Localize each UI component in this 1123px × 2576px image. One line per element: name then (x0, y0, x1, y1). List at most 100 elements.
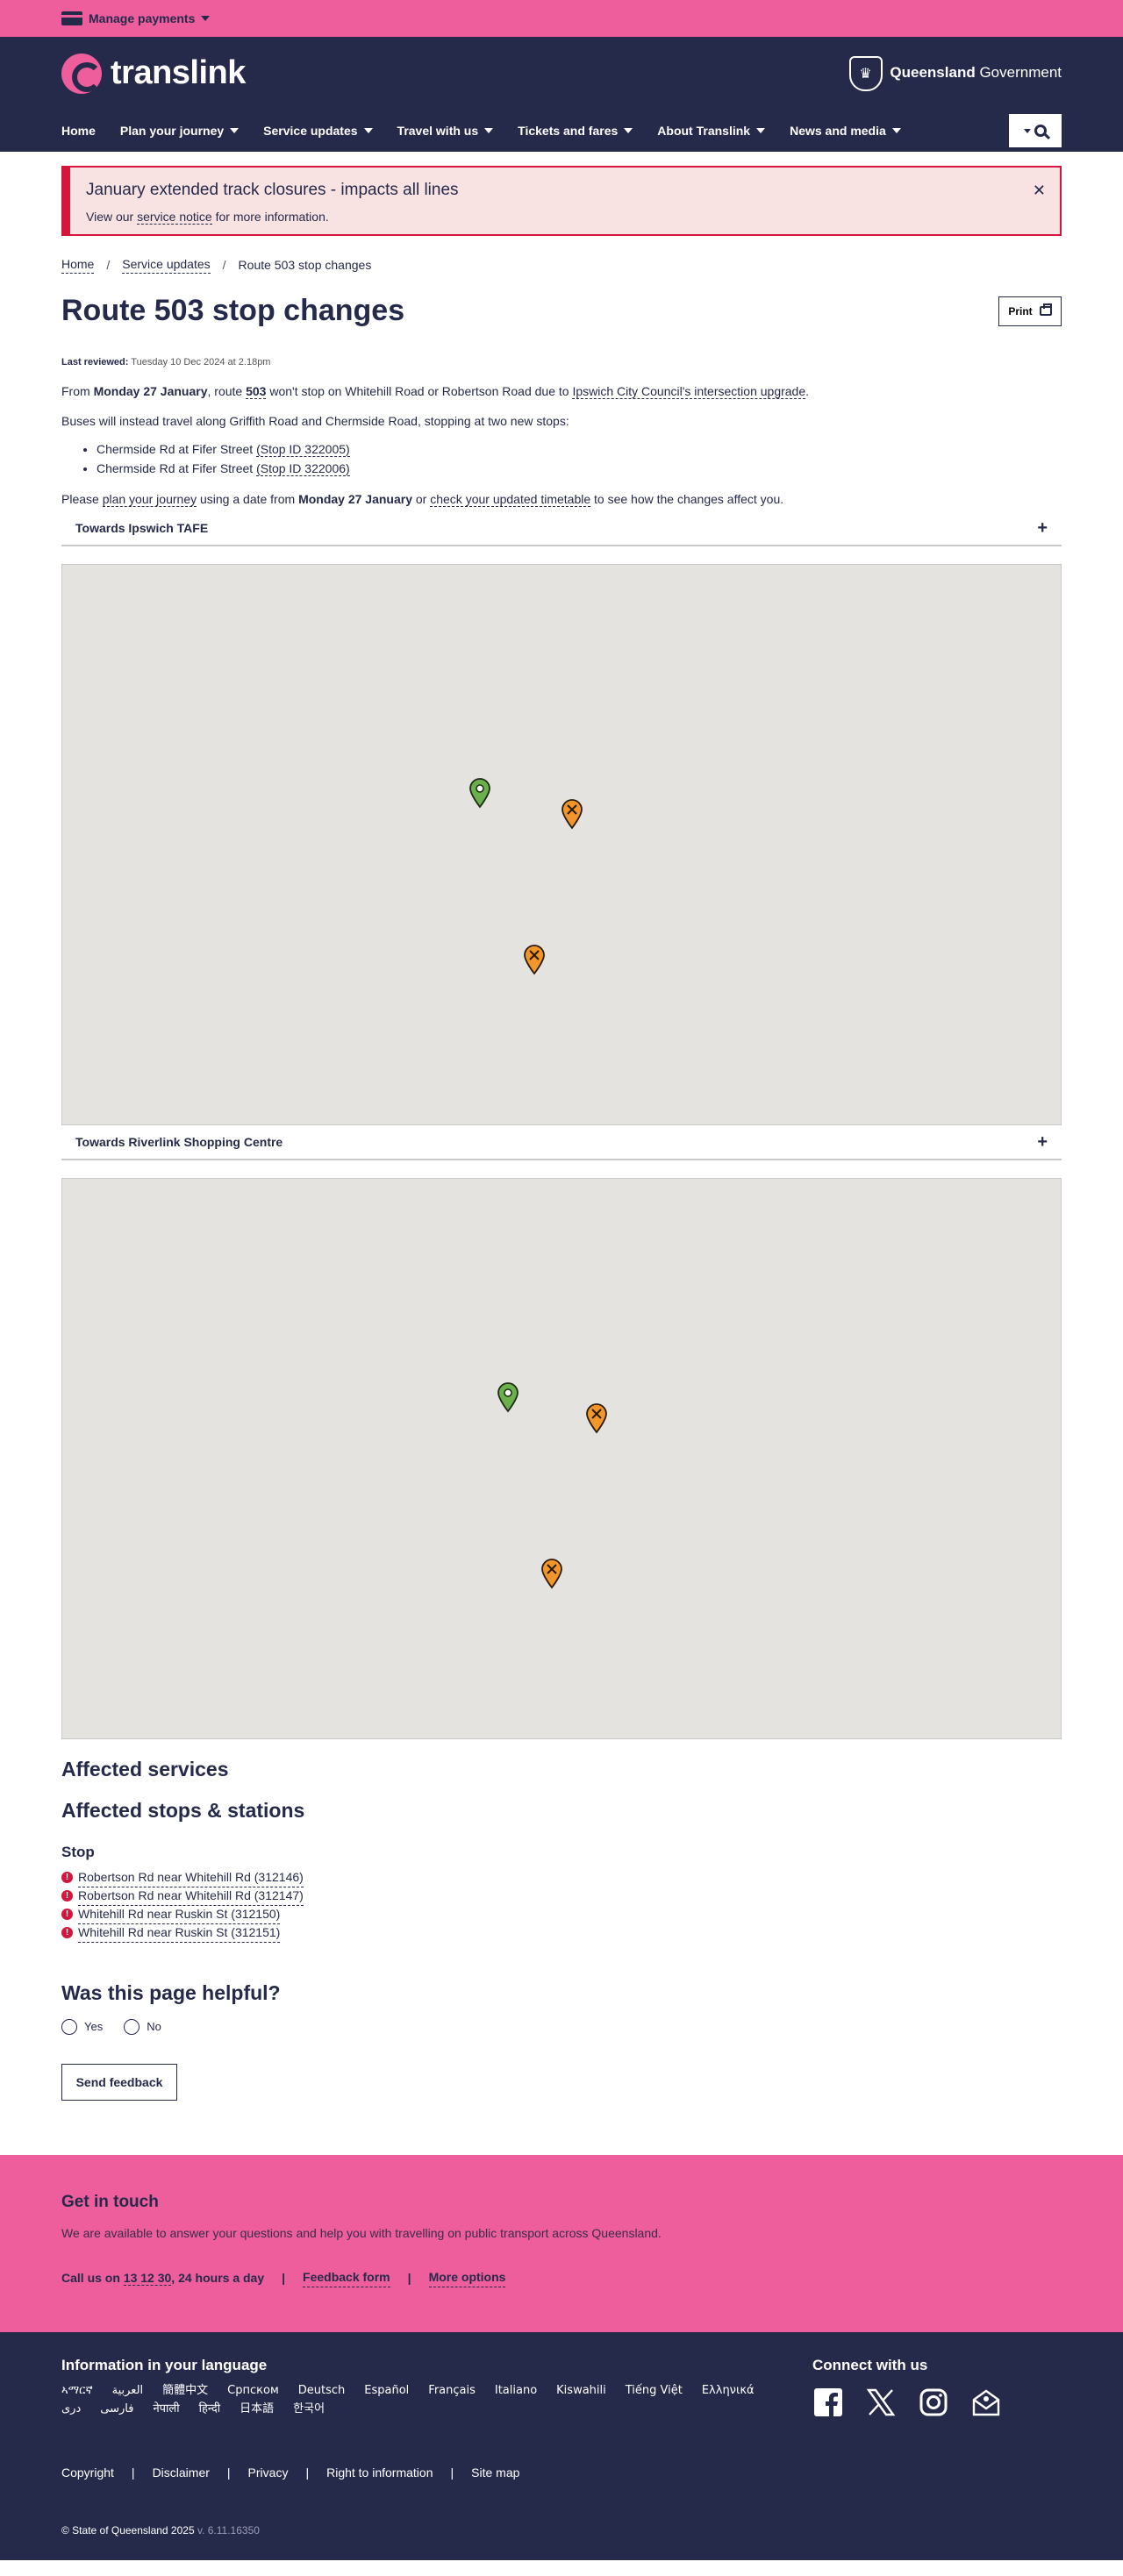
affected-stops-heading: Affected stops & stations (61, 1799, 305, 1823)
right-to-information-link[interactable]: Right to information (326, 2464, 433, 2481)
nav-item-news-and-media[interactable]: News and media (790, 122, 901, 139)
call-us-text: Call us on 13 12 30, 24 hours a day (61, 2269, 264, 2287)
stop-subheading: Stop (61, 1843, 95, 1860)
plan-journey-link[interactable]: plan your journey (102, 491, 197, 507)
connect-heading: Connect with us (812, 2356, 928, 2373)
separator: | (226, 2465, 231, 2480)
more-options-link[interactable]: More options (428, 2268, 506, 2287)
affected-stop-link[interactable]: Robertson Rd near Whitehill Rd (312147) (78, 1887, 304, 1906)
language-link[interactable]: Kiswahili (556, 2383, 606, 2400)
privacy-link[interactable]: Privacy (248, 2464, 289, 2481)
alert-banner: January extended track closures - impact… (61, 166, 1062, 236)
list-item: ! Whitehill Rd near Ruskin St (312150) (61, 1905, 1062, 1924)
print-button[interactable]: Print (998, 296, 1062, 326)
get-in-touch-body: We are available to answer your question… (61, 2226, 662, 2241)
language-link[interactable]: Tiếng Việt (626, 2383, 683, 2400)
nav-item-about-translink[interactable]: About Translink (657, 122, 766, 139)
affected-stop-link[interactable]: Robertson Rd near Whitehill Rd (312146) (78, 1868, 304, 1887)
send-feedback-button[interactable]: Send feedback (61, 2063, 177, 2101)
cancelled-stop-pin-icon[interactable] (585, 1402, 608, 1434)
map-towards-ipswich-tafe[interactable] (61, 564, 1062, 1126)
alert-icon: ! (61, 1872, 73, 1884)
feedback-form-link[interactable]: Feedback form (303, 2268, 390, 2287)
language-link[interactable]: 한국어 (293, 2401, 325, 2418)
affected-stop-link[interactable]: Whitehill Rd near Ruskin St (312150) (78, 1905, 281, 1924)
language-link[interactable]: فارسی (100, 2401, 133, 2418)
alert-body-text: View our (86, 209, 138, 224)
breadcrumb: Home / Service updates / Route 503 stop … (61, 255, 1062, 275)
date-emphasis: Monday 27 January (298, 491, 412, 506)
list-item: Chermside Rd at Fifer Street (Stop ID 32… (97, 440, 1062, 458)
language-link[interactable]: دری (61, 2401, 81, 2418)
service-notice-link[interactable]: service notice (137, 209, 212, 225)
queensland-government-logo[interactable]: Queensland Government (849, 55, 1062, 91)
separator: | (450, 2465, 454, 2480)
list-item: Chermside Rd at Fifer Street (Stop ID 32… (97, 460, 1062, 477)
list-item: ! Robertson Rd near Whitehill Rd (312147) (61, 1887, 1062, 1906)
helpful-no-option[interactable]: No (124, 2019, 161, 2036)
helpful-yes-option[interactable]: Yes (61, 2019, 103, 2036)
language-link[interactable]: 簡體中文 (162, 2383, 208, 2400)
radio-no[interactable] (124, 2019, 140, 2036)
stop-322005-link[interactable]: (Stop ID 322005) (256, 442, 350, 458)
language-link[interactable]: ኣማርኛ (61, 2383, 93, 2400)
language-link[interactable]: Español (364, 2383, 409, 2400)
breadcrumb-service-updates[interactable]: Service updates (122, 255, 211, 275)
phone-number-link[interactable]: 13 12 30 (123, 2270, 172, 2286)
nav-item-plan-your-journey[interactable]: Plan your journey (120, 122, 240, 139)
alert-icon: ! (61, 1890, 73, 1902)
nav-item-home[interactable]: Home (61, 122, 96, 139)
cancelled-stop-pin-icon[interactable] (523, 944, 546, 975)
nav-label: Travel with us (397, 123, 479, 138)
language-links: ኣማርኛ العربية 簡體中文 Српском Deutsch Español Fran… (61, 2383, 781, 2418)
breadcrumb-separator: / (222, 257, 226, 272)
language-link[interactable]: नेपाली (153, 2401, 179, 2418)
chevron-down-icon (891, 127, 901, 133)
instagram-icon[interactable] (918, 2387, 949, 2418)
language-link[interactable]: Ελληνικά (702, 2383, 755, 2400)
contact-links: Call us on 13 12 30, 24 hours a day | Fe… (61, 2268, 1062, 2287)
intersection-upgrade-link[interactable]: Ipswich City Council's intersection upgr… (572, 383, 806, 399)
site-map-link[interactable]: Site map (471, 2464, 519, 2481)
alert-body-text: for more information. (211, 209, 329, 224)
copyright-link[interactable]: Copyright (61, 2464, 114, 2481)
route-503-link[interactable]: 503 (246, 383, 267, 399)
qgov-text: Government (979, 64, 1062, 82)
affected-stop-link[interactable]: Whitehill Rd near Ruskin St (312151) (78, 1923, 281, 1943)
language-link[interactable]: 日本語 (240, 2401, 274, 2418)
accordion-towards-riverlink[interactable]: Towards Riverlink Shopping Centre + (61, 1125, 1062, 1161)
translink-logo-icon (61, 53, 102, 94)
language-link[interactable]: Српском (227, 2383, 279, 2400)
map-towards-riverlink[interactable] (61, 1178, 1062, 1740)
nav-item-tickets-and-fares[interactable]: Tickets and fares (518, 122, 633, 139)
close-icon[interactable]: ✕ (1033, 180, 1046, 203)
new-stop-pin-icon[interactable] (497, 1381, 519, 1413)
email-subscribe-icon[interactable] (970, 2387, 1002, 2418)
nav-item-service-updates[interactable]: Service updates (263, 122, 373, 139)
affected-services-heading: Affected services (61, 1758, 229, 1781)
search-button[interactable] (1009, 114, 1062, 147)
nav-label: News and media (790, 123, 886, 138)
x-twitter-icon[interactable] (865, 2387, 897, 2418)
text: Call us on (61, 2270, 124, 2285)
social-links (812, 2387, 1062, 2418)
facebook-icon[interactable] (812, 2387, 844, 2418)
cancelled-stop-pin-icon[interactable] (540, 1558, 563, 1589)
nav-item-travel-with-us[interactable]: Travel with us (397, 122, 494, 139)
get-in-touch-heading: Get in touch (61, 2192, 159, 2211)
breadcrumb-home[interactable]: Home (61, 255, 95, 275)
updated-timetable-link[interactable]: check your updated timetable (430, 491, 591, 507)
language-link[interactable]: العربية (112, 2383, 144, 2400)
manage-payments-button[interactable]: Manage payments (61, 10, 211, 27)
language-link[interactable]: Français (428, 2383, 476, 2400)
disclaimer-link[interactable]: Disclaimer (153, 2464, 210, 2481)
new-stop-pin-icon[interactable] (469, 777, 491, 809)
translink-logo[interactable]: translink (61, 49, 246, 97)
radio-yes[interactable] (61, 2019, 77, 2036)
language-link[interactable]: हिन्दी (199, 2401, 221, 2418)
cancelled-stop-pin-icon[interactable] (561, 798, 583, 830)
language-link[interactable]: Deutsch (298, 2383, 346, 2400)
language-link[interactable]: Italiano (495, 2383, 537, 2400)
stop-322006-link[interactable]: (Stop ID 322006) (256, 461, 350, 477)
accordion-towards-ipswich-tafe[interactable]: Towards Ipswich TAFE + (61, 511, 1062, 547)
